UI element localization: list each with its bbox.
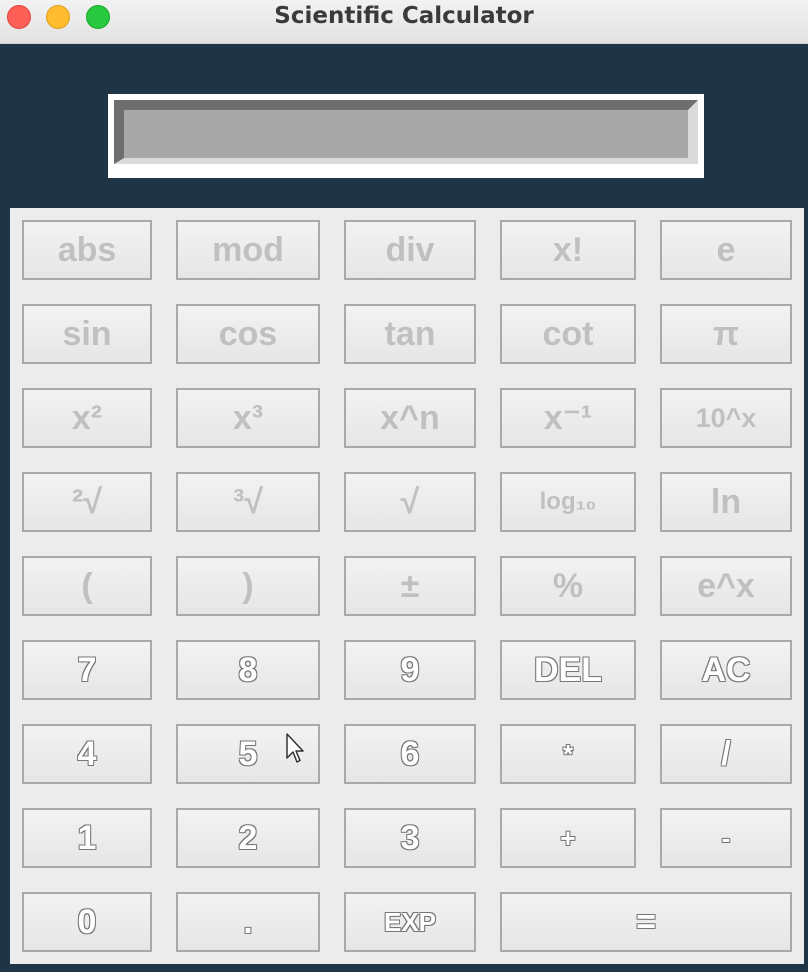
reciprocal-button[interactable]: x⁻¹ [500, 388, 636, 448]
power-button[interactable]: x^n [344, 388, 476, 448]
sin-button[interactable]: sin [22, 304, 152, 364]
digit-4-button[interactable]: 4 [22, 724, 152, 784]
right-paren-button[interactable]: ) [176, 556, 320, 616]
decimal-point-button[interactable]: . [176, 892, 320, 952]
display-frame [108, 94, 704, 178]
divide-button[interactable]: / [660, 724, 792, 784]
factorial-button[interactable]: x! [500, 220, 636, 280]
digit-7-button[interactable]: 7 [22, 640, 152, 700]
square-button[interactable]: x² [22, 388, 152, 448]
exp-button[interactable]: EXP [344, 892, 476, 952]
calculator-window: Scientific Calculator abs mod div x! e s… [0, 0, 808, 972]
digit-9-button[interactable]: 9 [344, 640, 476, 700]
root-button[interactable]: √ [344, 472, 476, 532]
delete-button[interactable]: DEL [500, 640, 636, 700]
div-button[interactable]: div [344, 220, 476, 280]
pi-button[interactable]: π [660, 304, 792, 364]
left-paren-button[interactable]: ( [22, 556, 152, 616]
calculator-display [114, 100, 698, 164]
cube-root-button[interactable]: ³√ [176, 472, 320, 532]
square-root-button[interactable]: ²√ [22, 472, 152, 532]
ln-button[interactable]: ln [660, 472, 792, 532]
e-power-button[interactable]: e^x [660, 556, 792, 616]
mouse-pointer-icon [286, 733, 304, 763]
log10-button[interactable]: log₁₀ [500, 472, 636, 532]
digit-8-button[interactable]: 8 [176, 640, 320, 700]
digit-3-button[interactable]: 3 [344, 808, 476, 868]
digit-2-button[interactable]: 2 [176, 808, 320, 868]
mod-button[interactable]: mod [176, 220, 320, 280]
digit-6-button[interactable]: 6 [344, 724, 476, 784]
cot-button[interactable]: cot [500, 304, 636, 364]
tan-button[interactable]: tan [344, 304, 476, 364]
percent-button[interactable]: % [500, 556, 636, 616]
add-button[interactable]: + [500, 808, 636, 868]
cube-button[interactable]: x³ [176, 388, 320, 448]
all-clear-button[interactable]: AC [660, 640, 792, 700]
cos-button[interactable]: cos [176, 304, 320, 364]
abs-button[interactable]: abs [22, 220, 152, 280]
digit-0-button[interactable]: 0 [22, 892, 152, 952]
window-title: Scientific Calculator [274, 3, 534, 29]
multiply-button[interactable]: * [500, 724, 636, 784]
plus-minus-button[interactable]: ± [344, 556, 476, 616]
e-constant-button[interactable]: e [660, 220, 792, 280]
ten-power-button[interactable]: 10^x [660, 388, 792, 448]
digit-1-button[interactable]: 1 [22, 808, 152, 868]
title-bar: Scientific Calculator [0, 0, 808, 44]
equals-button[interactable]: = [500, 892, 792, 952]
subtract-button[interactable]: - [660, 808, 792, 868]
